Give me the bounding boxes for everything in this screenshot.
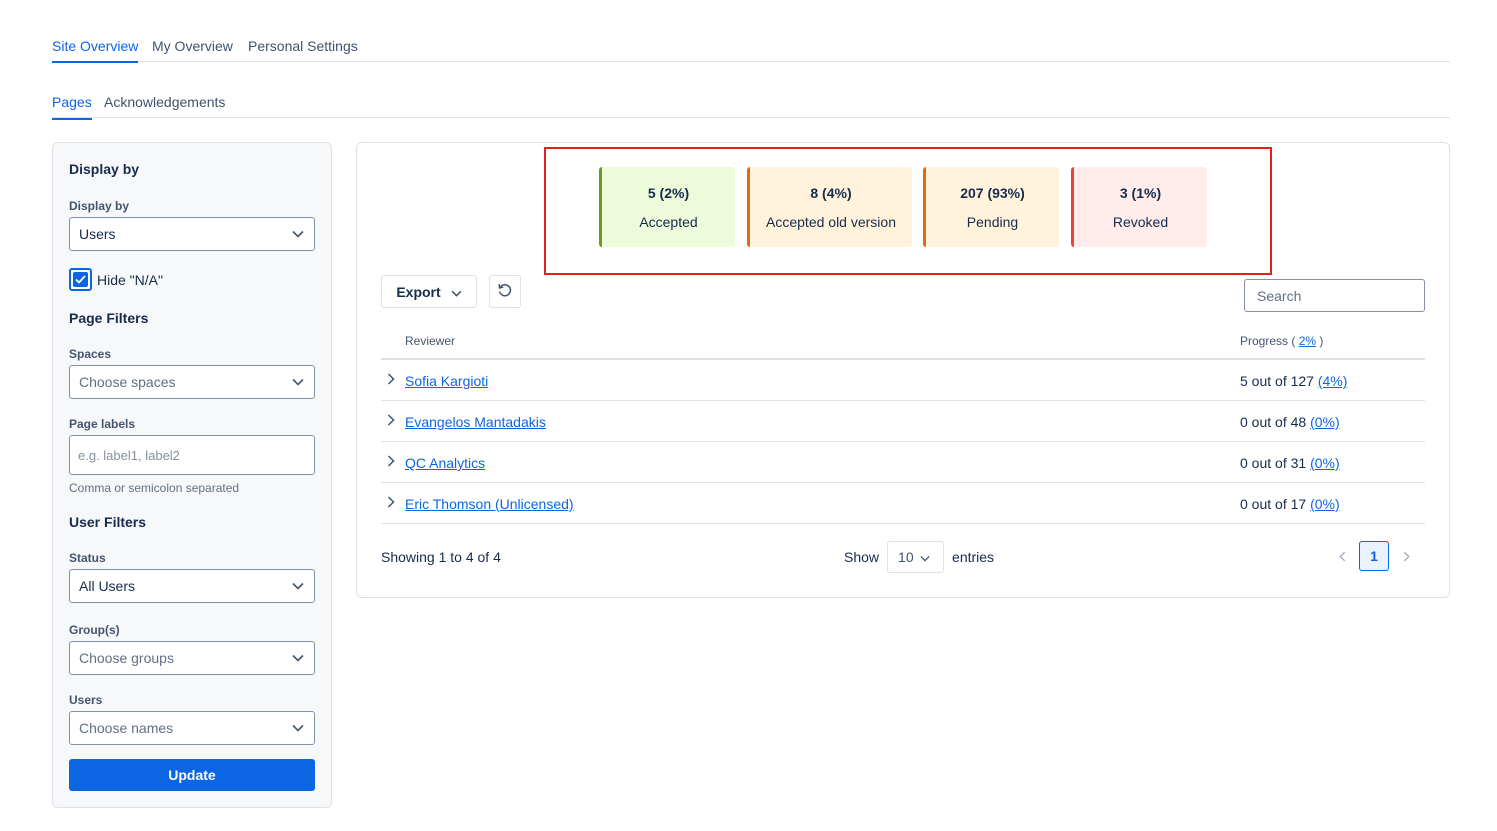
hide-na-checkbox[interactable]: Hide "N/A" [69, 268, 163, 291]
chevron-right-icon[interactable] [387, 454, 399, 468]
stat-label: Revoked [1112, 214, 1169, 230]
table-header: Reviewer Progress ( 2% ) [381, 325, 1425, 360]
entries-label: entries [952, 549, 995, 565]
progress-text: 0 out of 31 [1240, 455, 1307, 471]
chevron-down-icon [291, 375, 305, 389]
table-row[interactable]: Sofia Kargioti 5 out of 127 (4%) [381, 360, 1425, 401]
chevron-down-icon [291, 579, 305, 593]
reviewer-table: Reviewer Progress ( 2% ) Sofia Kargioti … [381, 325, 1425, 524]
groups-label: Group(s) [69, 623, 120, 637]
users-select[interactable]: Choose names [69, 711, 315, 745]
progress-pct-link[interactable]: (0%) [1310, 414, 1340, 430]
update-button[interactable]: Update [69, 759, 315, 791]
users-placeholder: Choose names [79, 720, 174, 736]
spaces-label: Spaces [69, 347, 112, 361]
search-input[interactable] [1244, 279, 1425, 312]
chevron-down-icon [919, 549, 930, 565]
tab-site-overview[interactable]: Site Overview [52, 38, 139, 63]
stat-card-revoked: 3 (1%) Revoked [1071, 167, 1207, 247]
users-label: Users [69, 693, 103, 707]
tab-personal-settings[interactable]: Personal Settings [248, 38, 358, 54]
progress-cell: 0 out of 48 (0%) [1240, 414, 1340, 430]
chevron-right-icon[interactable] [387, 413, 399, 427]
progress-pct-link[interactable]: (0%) [1310, 496, 1340, 512]
reviewer-link[interactable]: Sofia Kargioti [405, 373, 488, 389]
progress-cell: 5 out of 127 (4%) [1240, 373, 1347, 389]
export-button[interactable]: Export [381, 275, 477, 308]
tab-my-overview[interactable]: My Overview [152, 38, 233, 54]
reviewer-link[interactable]: QC Analytics [405, 455, 485, 471]
showing-count: Showing 1 to 4 of 4 [381, 549, 501, 565]
table-row[interactable]: Eric Thomson (Unlicensed) 0 out of 17 (0… [381, 483, 1425, 524]
status-value: All Users [79, 578, 136, 594]
status-select[interactable]: All Users [69, 569, 315, 603]
filter-sidebar: Display by Display by Users Hide "N/A" P… [52, 142, 332, 808]
page-labels-input[interactable] [69, 435, 315, 475]
chevron-down-icon [291, 227, 305, 241]
page-labels-label: Page labels [69, 417, 136, 431]
stat-card-accepted-old: 8 (4%) Accepted old version [747, 167, 912, 247]
progress-cell: 0 out of 17 (0%) [1240, 496, 1340, 512]
page-labels-helper: Comma or semicolon separated [69, 481, 240, 495]
progress-cell: 0 out of 31 (0%) [1240, 455, 1340, 471]
reset-button[interactable] [489, 275, 521, 308]
tab-pages[interactable]: Pages [52, 94, 92, 120]
page-size-value: 10 [898, 549, 914, 565]
groups-select[interactable]: Choose groups [69, 641, 315, 675]
stat-label: Accepted old version [766, 214, 896, 230]
tab-acknowledgements[interactable]: Acknowledgements [104, 94, 225, 110]
spaces-placeholder: Choose spaces [79, 374, 176, 390]
status-label: Status [69, 551, 106, 565]
page-button-current[interactable]: 1 [1359, 541, 1389, 571]
stat-card-accepted: 5 (2%) Accepted [599, 167, 735, 247]
stat-value: 8 (4%) [810, 185, 852, 201]
stat-value: 5 (2%) [647, 185, 690, 201]
stat-value: 207 (93%) [960, 185, 1025, 201]
col-reviewer[interactable]: Reviewer [405, 334, 455, 348]
checkbox-checked-icon[interactable] [69, 268, 92, 291]
progress-text: 0 out of 48 [1240, 414, 1307, 430]
spaces-select[interactable]: Choose spaces [69, 365, 315, 399]
display-by-select[interactable]: Users [69, 217, 315, 251]
page-size-select[interactable]: 10 [887, 541, 945, 573]
display-heading: Display by [69, 161, 140, 177]
stat-value: 3 (1%) [1119, 185, 1162, 201]
main-tabs: Site Overview My Overview Personal Setti… [52, 0, 1450, 63]
export-label: Export [396, 283, 441, 300]
chevron-right-icon[interactable] [1399, 549, 1413, 563]
hide-na-label: Hide "N/A" [97, 271, 163, 288]
page-size-control: Show 10 entries [844, 541, 994, 573]
chevron-down-icon [291, 651, 305, 665]
stat-label: Pending [966, 214, 1019, 230]
progress-text: 5 out of 127 [1240, 373, 1314, 389]
chevron-down-icon [451, 284, 462, 300]
col-progress[interactable]: Progress ( 2% ) [1240, 334, 1323, 348]
table-row[interactable]: QC Analytics 0 out of 31 (0%) [381, 442, 1425, 483]
pagination: 1 [1335, 541, 1413, 571]
stat-label: Accepted [639, 214, 698, 230]
chevron-down-icon [291, 721, 305, 735]
chevron-right-icon[interactable] [387, 372, 399, 386]
user-filters-heading: User Filters [69, 514, 147, 530]
main-panel: 5 (2%) Accepted 8 (4%) Accepted old vers… [356, 142, 1450, 598]
col-progress-prefix: Progress ( [1240, 334, 1296, 348]
show-label: Show [844, 549, 880, 565]
table-row[interactable]: Evangelos Mantadakis 0 out of 48 (0%) [381, 401, 1425, 442]
progress-total-link[interactable]: 2% [1299, 334, 1316, 348]
reviewer-link[interactable]: Eric Thomson (Unlicensed) [405, 496, 574, 512]
refresh-icon [497, 282, 513, 301]
display-by-value: Users [79, 226, 116, 242]
progress-pct-link[interactable]: (4%) [1318, 373, 1348, 389]
chevron-left-icon[interactable] [1335, 549, 1349, 563]
reviewer-link[interactable]: Evangelos Mantadakis [405, 414, 546, 430]
stat-card-pending: 207 (93%) Pending [923, 167, 1059, 247]
chevron-right-icon[interactable] [387, 495, 399, 509]
groups-placeholder: Choose groups [79, 650, 174, 666]
progress-pct-link[interactable]: (0%) [1310, 455, 1340, 471]
col-progress-suffix: ) [1319, 334, 1324, 348]
page-filters-heading: Page Filters [69, 310, 149, 326]
sub-tabs: Pages Acknowledgements [52, 62, 1450, 120]
display-by-label: Display by [69, 199, 130, 213]
progress-text: 0 out of 17 [1240, 496, 1307, 512]
